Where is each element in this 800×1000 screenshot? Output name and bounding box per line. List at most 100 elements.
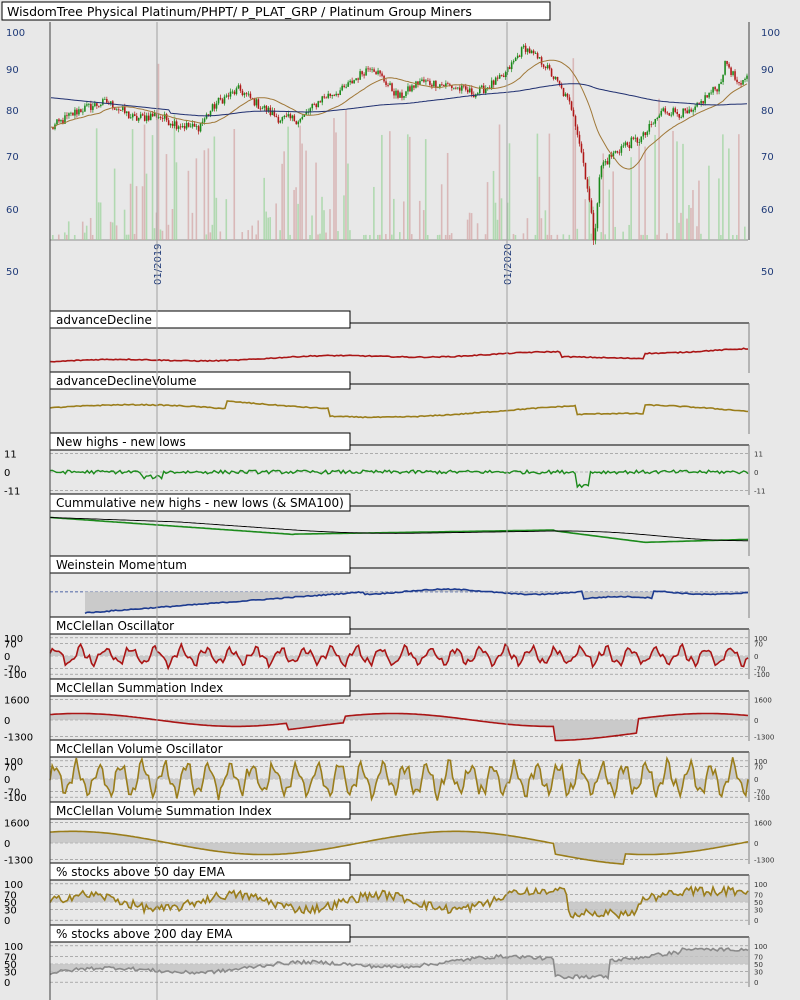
panel-title: % stocks above 50 day EMA xyxy=(56,865,226,879)
candle-body xyxy=(578,134,581,144)
candle-body xyxy=(187,123,190,127)
candle-body xyxy=(568,97,571,102)
candle-body xyxy=(341,85,343,91)
candle-body xyxy=(399,92,401,98)
volume-bar xyxy=(526,218,529,240)
volume-bar xyxy=(175,162,178,240)
candle-body xyxy=(516,55,519,58)
volume-bar xyxy=(680,212,682,240)
volume-bar xyxy=(444,234,447,240)
volume-bar xyxy=(470,213,473,240)
candle-body xyxy=(377,70,379,75)
candle-body xyxy=(604,161,607,163)
candle-body xyxy=(309,108,312,112)
volume-bar xyxy=(347,163,349,240)
candle-body xyxy=(704,95,706,104)
panel-y-tick-left: 0 xyxy=(4,468,10,479)
candle-body xyxy=(668,113,671,116)
volume-bar xyxy=(145,173,148,240)
volume-bar xyxy=(89,217,92,240)
candle-body xyxy=(76,109,78,115)
candle-body xyxy=(690,109,692,112)
candle-body xyxy=(335,93,337,96)
candle-body xyxy=(363,74,365,76)
volume-bar xyxy=(644,146,646,240)
candle-body xyxy=(453,87,455,89)
volume-bar xyxy=(283,151,285,240)
panel-y-tick-left: -1300 xyxy=(4,856,33,867)
candle-body xyxy=(295,121,298,125)
candle-body xyxy=(209,110,212,116)
candle-body xyxy=(125,111,128,114)
volume-bar xyxy=(672,130,674,240)
volume-bar xyxy=(476,223,479,240)
volume-bar xyxy=(165,154,168,240)
candle-body xyxy=(116,109,118,111)
candle-body xyxy=(702,101,704,104)
volume-bar xyxy=(219,231,222,240)
candle-body xyxy=(96,103,98,106)
candle-body xyxy=(550,68,553,77)
volume-bar xyxy=(111,222,114,240)
panel-title: Cummulative new highs - new lows (& SMA1… xyxy=(56,496,344,510)
volume-bar xyxy=(408,136,411,240)
candle-body xyxy=(530,50,533,54)
price-y-tick-left: 50 xyxy=(6,267,19,278)
volume-bar xyxy=(492,170,495,240)
candle-body xyxy=(447,83,449,85)
candle-body xyxy=(744,78,746,81)
candle-body xyxy=(502,75,505,78)
volume-bar xyxy=(301,143,303,240)
candle-body xyxy=(640,136,643,143)
candle-body xyxy=(287,114,290,117)
volume-bar xyxy=(133,233,136,240)
volume-bar xyxy=(736,234,738,240)
candle-body xyxy=(289,114,292,119)
panel-y-tick-right: 0 xyxy=(754,717,758,725)
volume-bar xyxy=(584,199,587,240)
candle-body xyxy=(233,91,236,95)
panel-y-tick-left: -1300 xyxy=(4,733,33,744)
candle-body xyxy=(562,87,565,96)
candle-body xyxy=(293,115,296,122)
volume-bar xyxy=(389,131,391,240)
volume-bar xyxy=(690,207,692,240)
candle-body xyxy=(181,126,184,127)
volume-bar xyxy=(63,232,66,240)
candle-body xyxy=(602,162,605,167)
candle-body xyxy=(654,118,657,124)
candle-body xyxy=(239,85,242,91)
candle-body xyxy=(672,108,675,115)
candle-body xyxy=(321,96,324,103)
candle-body xyxy=(586,179,589,189)
candle-body xyxy=(632,137,635,139)
price-y-tick-right: 60 xyxy=(761,205,774,216)
candle-body xyxy=(365,68,367,76)
candle-body xyxy=(231,91,234,93)
candle-body xyxy=(345,86,347,88)
volume-bar xyxy=(738,134,740,240)
candle-body xyxy=(147,115,150,121)
volume-bar xyxy=(211,224,214,240)
candle-body xyxy=(245,93,248,95)
volume-bar xyxy=(83,232,86,240)
candle-body xyxy=(463,85,465,87)
candle-body xyxy=(636,137,639,143)
candle-body xyxy=(423,79,425,82)
panel-y-tick-right: -11 xyxy=(754,487,765,495)
candle-body xyxy=(728,64,730,68)
candle-body xyxy=(279,120,282,123)
candle-body xyxy=(732,71,734,75)
candle-body xyxy=(339,90,341,95)
candle-body xyxy=(413,85,415,88)
candle-body xyxy=(542,64,545,67)
chart-title: WisdomTree Physical Platinum/PHPT/ P_PLA… xyxy=(7,4,472,19)
candle-body xyxy=(526,48,529,52)
candle-body xyxy=(323,96,326,98)
volume-bar xyxy=(422,210,425,240)
candle-body xyxy=(195,126,198,128)
panel-y-tick-right: 0 xyxy=(754,776,758,784)
candle-body xyxy=(468,88,471,93)
volume-bar xyxy=(297,203,299,240)
volume-bar xyxy=(209,232,212,240)
